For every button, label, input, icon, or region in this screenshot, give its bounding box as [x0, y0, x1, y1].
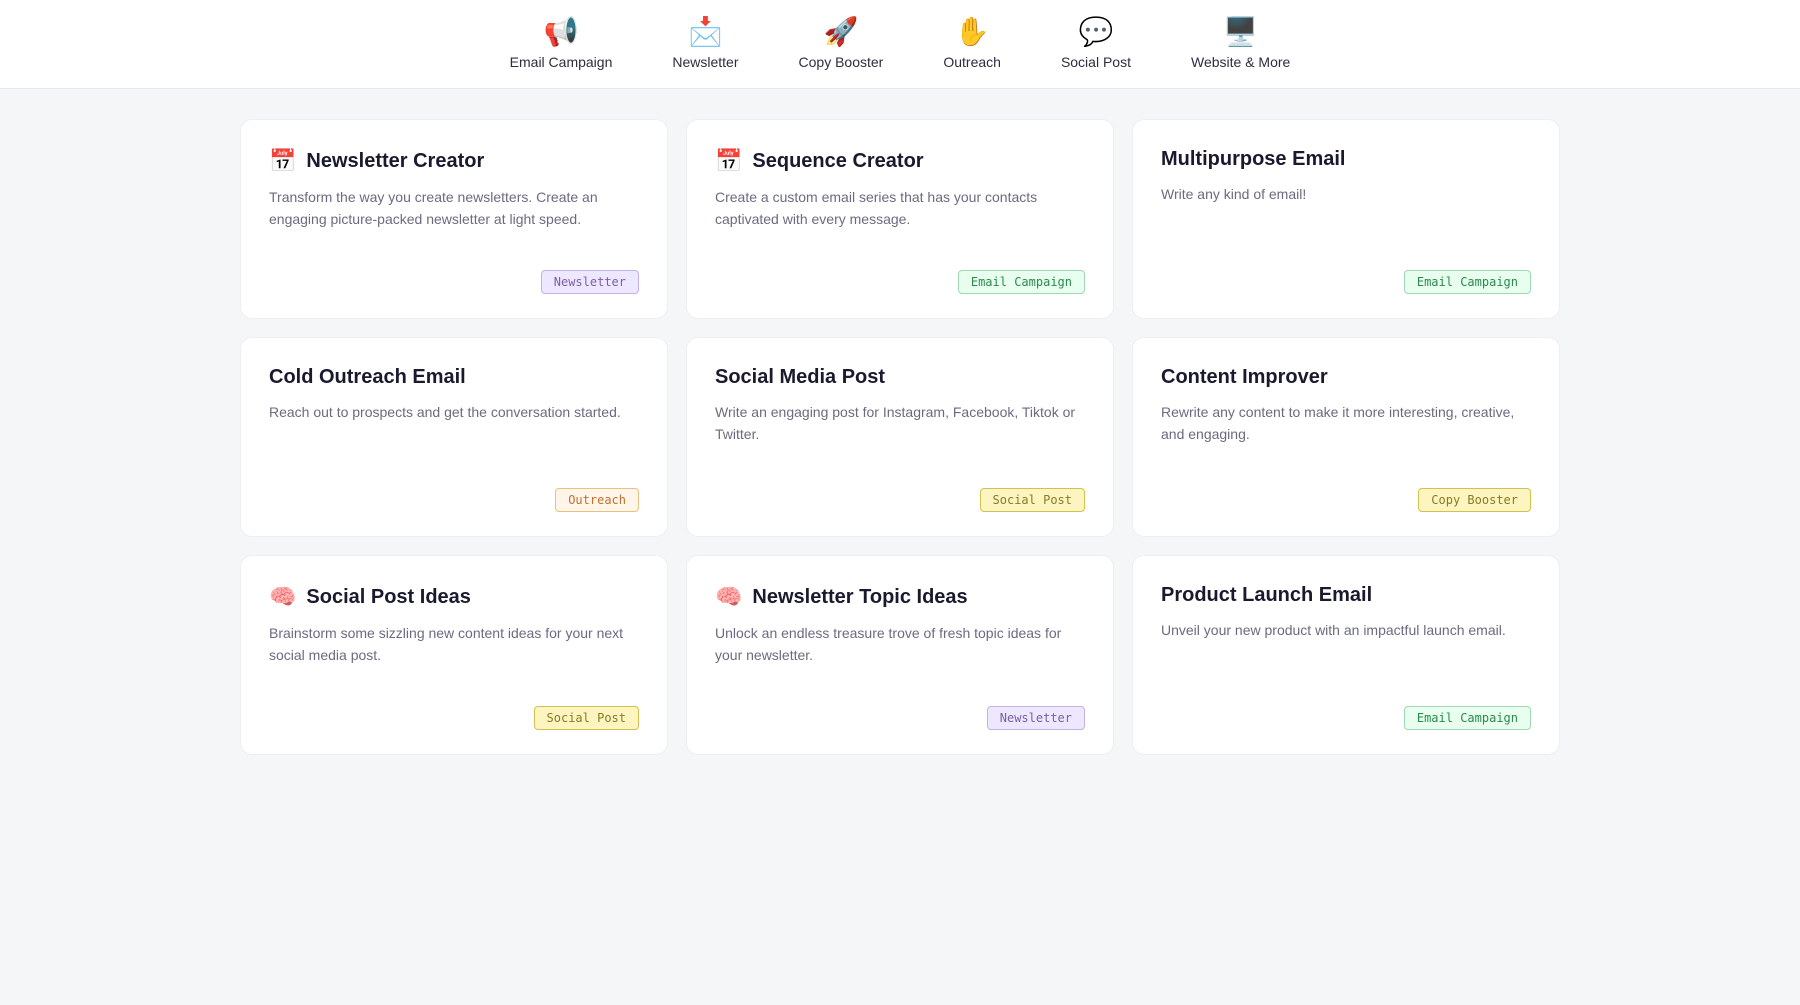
nav-label-social-post: Social Post [1061, 54, 1131, 70]
card-footer-newsletter-creator: Newsletter [269, 270, 639, 294]
nav-item-email-campaign[interactable]: 📢 Email Campaign [510, 18, 613, 70]
social-post-icon: 💬 [1079, 18, 1114, 46]
card-sequence-creator[interactable]: 📅 Sequence Creator Create a custom email… [686, 119, 1114, 319]
main-content: 📅 Newsletter Creator Transform the way y… [200, 89, 1600, 785]
card-title-product-launch-email: Product Launch Email [1161, 584, 1531, 607]
card-footer-newsletter-topic-ideas: Newsletter [715, 706, 1085, 730]
card-icon-social-post-ideas: 🧠 [269, 584, 296, 610]
nav-item-website-more[interactable]: 🖥️ Website & More [1191, 18, 1290, 70]
card-body-multipurpose-email: Multipurpose Email Write any kind of ema… [1161, 148, 1531, 205]
card-content-improver[interactable]: Content Improver Rewrite any content to … [1132, 337, 1560, 537]
card-footer-social-post-ideas: Social Post [269, 706, 639, 730]
card-body-cold-outreach-email: Cold Outreach Email Reach out to prospec… [269, 366, 639, 423]
card-newsletter-topic-ideas[interactable]: 🧠 Newsletter Topic Ideas Unlock an endle… [686, 555, 1114, 755]
card-description-multipurpose-email: Write any kind of email! [1161, 183, 1531, 205]
card-icon-newsletter-creator: 📅 [269, 148, 296, 174]
nav-item-newsletter[interactable]: 📩 Newsletter [672, 18, 738, 70]
card-title-social-post-ideas: Social Post Ideas [306, 586, 471, 609]
nav-label-outreach: Outreach [943, 54, 1001, 70]
card-title-cold-outreach-email: Cold Outreach Email [269, 366, 639, 389]
card-title-sequence-creator: Sequence Creator [752, 150, 923, 173]
card-badge-content-improver: Copy Booster [1418, 488, 1531, 512]
card-body-newsletter-creator: 📅 Newsletter Creator Transform the way y… [269, 148, 639, 231]
nav-label-website-more: Website & More [1191, 54, 1290, 70]
website-more-icon: 🖥️ [1223, 18, 1258, 46]
card-badge-product-launch-email: Email Campaign [1404, 706, 1531, 730]
card-footer-cold-outreach-email: Outreach [269, 488, 639, 512]
card-description-newsletter-creator: Transform the way you create newsletters… [269, 186, 639, 231]
card-product-launch-email[interactable]: Product Launch Email Unveil your new pro… [1132, 555, 1560, 755]
card-footer-content-improver: Copy Booster [1161, 488, 1531, 512]
newsletter-icon: 📩 [688, 18, 723, 46]
cards-grid: 📅 Newsletter Creator Transform the way y… [240, 119, 1560, 755]
card-title-multipurpose-email: Multipurpose Email [1161, 148, 1531, 171]
card-title-social-media-post: Social Media Post [715, 366, 1085, 389]
card-title-content-improver: Content Improver [1161, 366, 1531, 389]
card-description-newsletter-topic-ideas: Unlock an endless treasure trove of fres… [715, 622, 1085, 667]
card-description-social-media-post: Write an engaging post for Instagram, Fa… [715, 401, 1085, 446]
card-body-product-launch-email: Product Launch Email Unveil your new pro… [1161, 584, 1531, 641]
card-description-product-launch-email: Unveil your new product with an impactfu… [1161, 619, 1531, 641]
card-badge-sequence-creator: Email Campaign [958, 270, 1085, 294]
nav-label-copy-booster: Copy Booster [799, 54, 884, 70]
card-newsletter-creator[interactable]: 📅 Newsletter Creator Transform the way y… [240, 119, 668, 319]
email-campaign-icon: 📢 [544, 18, 579, 46]
card-header-newsletter-topic-ideas: 🧠 Newsletter Topic Ideas [715, 584, 1085, 610]
card-badge-multipurpose-email: Email Campaign [1404, 270, 1531, 294]
nav-item-copy-booster[interactable]: 🚀 Copy Booster [799, 18, 884, 70]
card-footer-multipurpose-email: Email Campaign [1161, 270, 1531, 294]
card-description-social-post-ideas: Brainstorm some sizzling new content ide… [269, 622, 639, 667]
card-title-newsletter-creator: Newsletter Creator [306, 150, 484, 173]
card-body-newsletter-topic-ideas: 🧠 Newsletter Topic Ideas Unlock an endle… [715, 584, 1085, 667]
card-icon-sequence-creator: 📅 [715, 148, 742, 174]
card-cold-outreach-email[interactable]: Cold Outreach Email Reach out to prospec… [240, 337, 668, 537]
card-badge-newsletter-creator: Newsletter [541, 270, 639, 294]
nav-label-newsletter: Newsletter [672, 54, 738, 70]
outreach-icon: ✋ [955, 18, 990, 46]
card-footer-sequence-creator: Email Campaign [715, 270, 1085, 294]
nav-item-social-post[interactable]: 💬 Social Post [1061, 18, 1131, 70]
card-social-media-post[interactable]: Social Media Post Write an engaging post… [686, 337, 1114, 537]
nav-label-email-campaign: Email Campaign [510, 54, 613, 70]
card-badge-newsletter-topic-ideas: Newsletter [987, 706, 1085, 730]
card-header-sequence-creator: 📅 Sequence Creator [715, 148, 1085, 174]
card-title-newsletter-topic-ideas: Newsletter Topic Ideas [752, 586, 967, 609]
copy-booster-icon: 🚀 [823, 18, 858, 46]
card-body-content-improver: Content Improver Rewrite any content to … [1161, 366, 1531, 446]
card-header-newsletter-creator: 📅 Newsletter Creator [269, 148, 639, 174]
card-badge-social-media-post: Social Post [980, 488, 1085, 512]
nav-item-outreach[interactable]: ✋ Outreach [943, 18, 1001, 70]
card-description-content-improver: Rewrite any content to make it more inte… [1161, 401, 1531, 446]
card-badge-social-post-ideas: Social Post [534, 706, 639, 730]
card-body-social-media-post: Social Media Post Write an engaging post… [715, 366, 1085, 446]
card-body-sequence-creator: 📅 Sequence Creator Create a custom email… [715, 148, 1085, 231]
card-icon-newsletter-topic-ideas: 🧠 [715, 584, 742, 610]
card-badge-cold-outreach-email: Outreach [555, 488, 639, 512]
card-body-social-post-ideas: 🧠 Social Post Ideas Brainstorm some sizz… [269, 584, 639, 667]
card-footer-product-launch-email: Email Campaign [1161, 706, 1531, 730]
card-footer-social-media-post: Social Post [715, 488, 1085, 512]
card-description-cold-outreach-email: Reach out to prospects and get the conve… [269, 401, 639, 423]
card-multipurpose-email[interactable]: Multipurpose Email Write any kind of ema… [1132, 119, 1560, 319]
card-social-post-ideas[interactable]: 🧠 Social Post Ideas Brainstorm some sizz… [240, 555, 668, 755]
card-header-social-post-ideas: 🧠 Social Post Ideas [269, 584, 639, 610]
nav-bar: 📢 Email Campaign 📩 Newsletter 🚀 Copy Boo… [0, 0, 1800, 89]
card-description-sequence-creator: Create a custom email series that has yo… [715, 186, 1085, 231]
